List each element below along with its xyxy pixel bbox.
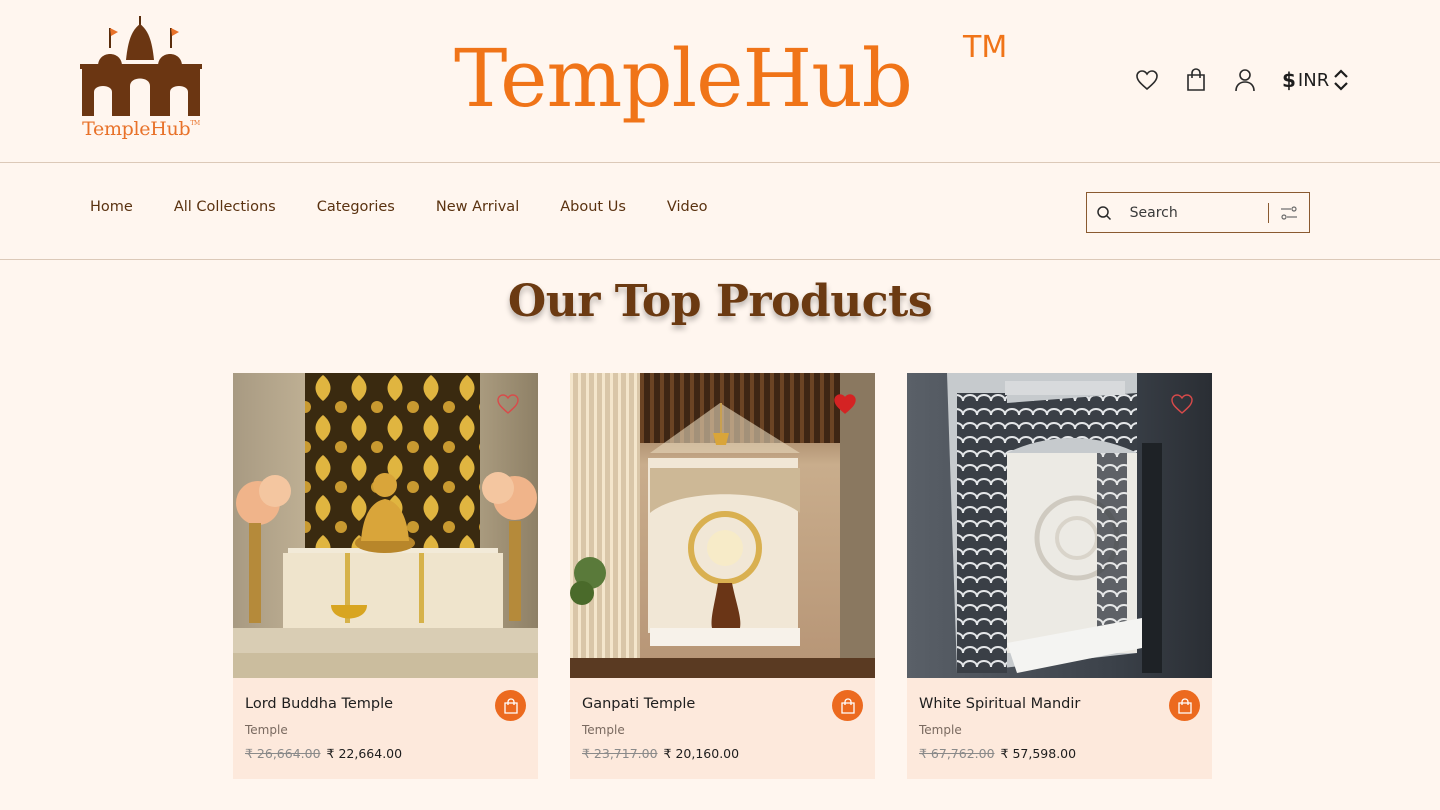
product-category: Temple xyxy=(919,723,962,737)
shopping-bag-icon xyxy=(840,697,855,714)
add-to-cart-button[interactable] xyxy=(1169,690,1200,721)
nav-item-about-us[interactable]: About Us xyxy=(560,199,626,215)
sale-price: ₹ 22,664.00 xyxy=(326,746,403,761)
product-prices: ₹ 26,664.00 ₹ 22,664.00 xyxy=(245,746,402,761)
user-icon xyxy=(1235,69,1255,92)
currency-symbol: $ xyxy=(1282,68,1296,92)
heart-icon xyxy=(1136,70,1158,91)
shopping-bag-icon xyxy=(1177,697,1192,714)
shopping-bag-icon xyxy=(1187,68,1205,91)
wishlist-button[interactable] xyxy=(1170,393,1194,415)
nav-item-categories[interactable]: Categories xyxy=(317,199,395,215)
product-prices: ₹ 67,762.00 ₹ 57,598.00 xyxy=(919,746,1076,761)
product-card[interactable]: Ganpati Temple Temple ₹ 23,717.00 ₹ 20,16… xyxy=(570,373,875,779)
product-image-buddha-temple[interactable] xyxy=(233,373,538,678)
product-category: Temple xyxy=(582,723,625,737)
logo-text: TempleHub xyxy=(82,118,191,140)
currency-selector[interactable]: $ INR xyxy=(1282,64,1349,96)
wishlist-button[interactable] xyxy=(496,393,520,415)
wishlist-button-active[interactable] xyxy=(833,393,857,415)
chevron-up-down-icon xyxy=(1334,69,1348,91)
heart-outline-icon xyxy=(1171,394,1193,414)
nav-item-video[interactable]: Video xyxy=(667,199,708,215)
product-title[interactable]: Ganpati Temple xyxy=(582,696,695,712)
nav-item-all-collections[interactable]: All Collections xyxy=(174,199,276,215)
heart-outline-icon xyxy=(497,394,519,414)
nav-menu: Home All Collections Categories New Arri… xyxy=(90,199,749,215)
shopping-bag-icon xyxy=(503,697,518,714)
product-card[interactable]: Lord Buddha Temple Temple ₹ 26,664.00 ₹ 2… xyxy=(233,373,538,779)
section-title: Our Top Products xyxy=(507,276,933,327)
logo-tm: TM xyxy=(190,120,200,127)
search-icon[interactable] xyxy=(1087,205,1122,221)
original-price: ₹ 26,664.00 xyxy=(245,746,321,761)
sale-price: ₹ 57,598.00 xyxy=(1000,746,1077,761)
wishlist-button[interactable] xyxy=(1131,62,1163,98)
cart-button[interactable] xyxy=(1180,62,1212,98)
product-title[interactable]: Lord Buddha Temple xyxy=(245,696,393,712)
product-image-white-mandir[interactable] xyxy=(907,373,1212,678)
original-price: ₹ 67,762.00 xyxy=(919,746,995,761)
account-button[interactable] xyxy=(1229,62,1261,98)
product-category: Temple xyxy=(245,723,288,737)
add-to-cart-button[interactable] xyxy=(495,690,526,721)
main-nav: Home All Collections Categories New Arri… xyxy=(0,163,1440,260)
product-prices: ₹ 23,717.00 ₹ 20,160.00 xyxy=(582,746,739,761)
filter-icon[interactable] xyxy=(1269,205,1309,221)
nav-item-home[interactable]: Home xyxy=(90,199,133,215)
logo[interactable]: TempleHubTM xyxy=(78,14,204,148)
temple-logo-icon xyxy=(80,16,202,116)
product-image-ganpati-temple[interactable] xyxy=(570,373,875,678)
product-title[interactable]: White Spiritual Mandir xyxy=(919,696,1080,712)
heart-filled-icon xyxy=(834,394,856,414)
original-price: ₹ 23,717.00 xyxy=(582,746,658,761)
sale-price: ₹ 20,160.00 xyxy=(663,746,740,761)
currency-code: INR xyxy=(1297,69,1330,91)
search-box xyxy=(1086,192,1310,233)
site-header: TempleHubTM TempleHub TM $ INR xyxy=(0,0,1440,163)
search-input[interactable] xyxy=(1129,204,1260,221)
brand-title: TempleHub xyxy=(454,32,913,125)
brand-trademark: TM xyxy=(963,30,1008,65)
nav-item-new-arrival[interactable]: New Arrival xyxy=(436,199,519,215)
product-card[interactable]: White Spiritual Mandir Temple ₹ 67,762.0… xyxy=(907,373,1212,779)
add-to-cart-button[interactable] xyxy=(832,690,863,721)
